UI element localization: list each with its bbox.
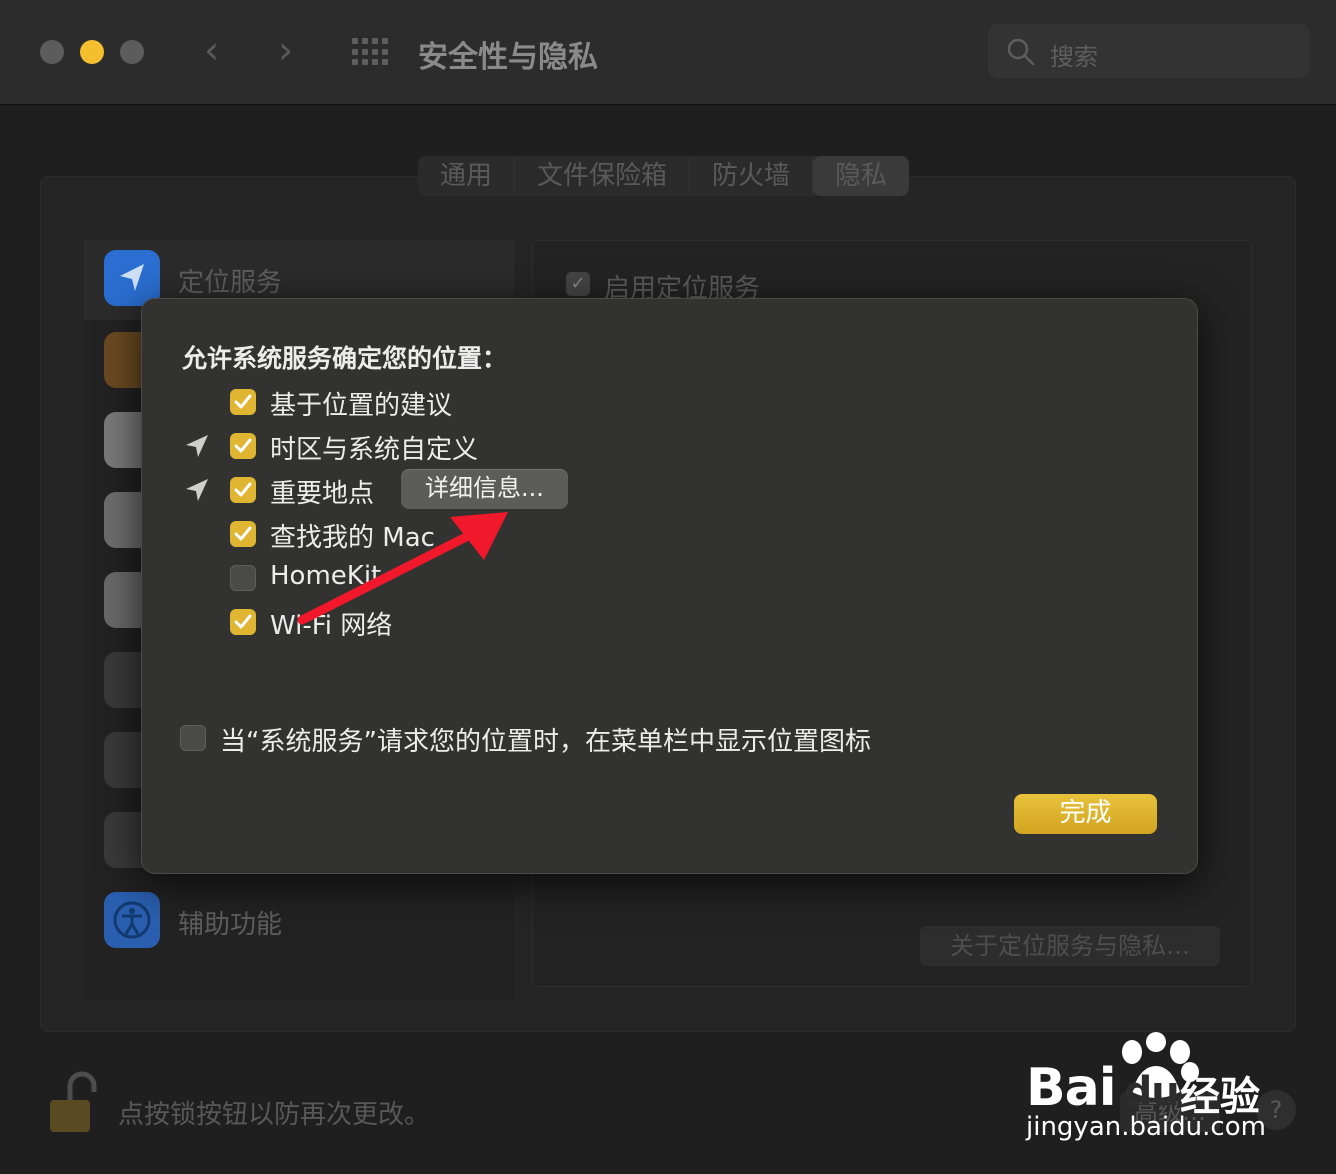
search-placeholder: 搜索 — [1050, 43, 1098, 71]
enable-location-checkbox[interactable]: ✓ — [566, 272, 590, 296]
option-label: HomeKit — [270, 561, 382, 591]
tab-bar: 通用 文件保险箱 防火墙 隐私 — [418, 156, 910, 196]
sidebar-item-label: 辅助功能 — [178, 910, 283, 940]
lock-icon[interactable] — [48, 1070, 98, 1134]
option-label: 当“系统服务”请求您的位置时，在菜单栏中显示位置图标 — [220, 727, 871, 757]
sidebar-item-label: 定位服务 — [178, 268, 283, 298]
option-label: 基于位置的建议 — [270, 391, 453, 421]
about-location-privacy-button[interactable]: 关于定位服务与隐私… — [920, 926, 1220, 966]
show-all-grid-icon[interactable] — [352, 38, 388, 66]
watermark-brand: Bai du — [1026, 1058, 1180, 1118]
lock-hint-text: 点按锁按钮以防再次更改。 — [118, 1100, 431, 1130]
option-label: 时区与系统自定义 — [270, 435, 479, 465]
checkbox-unchecked[interactable] — [230, 565, 256, 591]
option-label: 查找我的 Mac — [270, 523, 435, 553]
option-label: 重要地点 — [270, 479, 375, 509]
accessibility-icon[interactable] — [104, 892, 160, 948]
checkbox-checked[interactable] — [230, 477, 256, 503]
checkbox-checked[interactable] — [230, 521, 256, 547]
close-window-button[interactable] — [40, 40, 64, 64]
watermark-url: jingyan.baidu.com — [1026, 1112, 1266, 1142]
tab-privacy[interactable]: 隐私 — [813, 156, 910, 196]
checkbox-checked[interactable] — [230, 389, 256, 415]
system-services-sheet: 允许系统服务确定您的位置： 基于位置的建议 时区与系统自定义 重要地点 详细信息… — [141, 298, 1198, 874]
checkmark-icon — [234, 482, 252, 497]
checkmark-icon — [234, 526, 252, 541]
tab-firewall[interactable]: 防火墙 — [690, 156, 814, 196]
search-field[interactable]: 搜索 — [988, 24, 1310, 78]
baidu-jingyan-watermark: Bai du 经验 jingyan.baidu.com — [1022, 1030, 1322, 1170]
details-button[interactable]: 详细信息... — [401, 469, 568, 509]
minimize-window-button[interactable] — [80, 40, 104, 64]
location-arrow-icon — [186, 435, 208, 457]
search-icon — [1007, 38, 1035, 66]
title-bar: ‹ › 安全性与隐私 搜索 — [0, 0, 1336, 105]
checkbox-checked[interactable] — [230, 433, 256, 459]
checkmark-icon — [234, 614, 252, 629]
option-label: Wi-Fi 网络 — [270, 611, 393, 641]
tab-filevault[interactable]: 文件保险箱 — [515, 156, 691, 196]
checkbox-checked[interactable] — [230, 609, 256, 635]
checkbox-unchecked[interactable] — [180, 725, 206, 751]
forward-arrow-icon[interactable]: › — [278, 30, 293, 70]
checkmark-icon — [234, 438, 252, 453]
location-arrow-icon — [186, 479, 208, 501]
checkmark-icon — [234, 394, 252, 409]
tab-general[interactable]: 通用 — [418, 156, 516, 196]
sheet-title: 允许系统服务确定您的位置： — [182, 344, 508, 373]
done-button[interactable]: 完成 — [1014, 794, 1157, 834]
zoom-window-button[interactable] — [120, 40, 144, 64]
back-arrow-icon[interactable]: ‹ — [204, 30, 219, 70]
window-title: 安全性与隐私 — [418, 40, 598, 75]
